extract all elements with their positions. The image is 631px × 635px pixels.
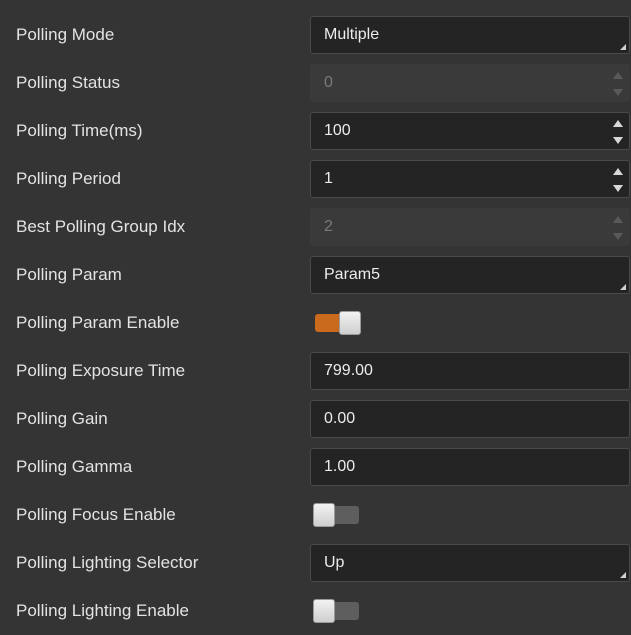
polling-lighting-selector-dropdown[interactable]: Up — [310, 544, 630, 582]
row-polling-status: Polling Status 0 — [0, 59, 631, 107]
toggle-knob — [339, 311, 361, 335]
polling-lighting-selector-label: Polling Lighting Selector — [16, 553, 199, 572]
best-polling-group-idx-value: 2 — [324, 218, 333, 235]
polling-status-value: 0 — [324, 74, 333, 91]
polling-status-spinbox: 0 — [310, 64, 630, 102]
toggle-knob — [313, 599, 335, 623]
polling-settings-panel: Polling Mode Multiple Polling Status 0 P… — [0, 0, 631, 634]
polling-gain-value: 0.00 — [324, 410, 356, 427]
row-polling-param-enable: Polling Param Enable — [0, 299, 631, 347]
polling-mode-dropdown[interactable]: Multiple — [310, 16, 630, 54]
row-best-polling-group-idx: Best Polling Group Idx 2 — [0, 203, 631, 251]
polling-gain-field[interactable]: 0.00 — [310, 400, 630, 438]
row-polling-gamma: Polling Gamma 1.00 — [0, 443, 631, 491]
polling-exposure-time-label: Polling Exposure Time — [16, 361, 186, 380]
spin-arrows-icon[interactable] — [613, 118, 623, 146]
polling-time-label: Polling Time(ms) — [16, 121, 143, 140]
dropdown-corner-icon — [620, 572, 626, 578]
spin-arrows-icon — [613, 70, 623, 98]
dropdown-corner-icon — [620, 44, 626, 50]
polling-gamma-value: 1.00 — [324, 458, 356, 475]
polling-gamma-label: Polling Gamma — [16, 457, 133, 476]
polling-param-enable-toggle[interactable] — [313, 311, 361, 335]
row-polling-focus-enable: Polling Focus Enable — [0, 491, 631, 539]
spin-arrows-icon — [613, 214, 623, 242]
polling-status-label: Polling Status — [16, 73, 120, 92]
polling-param-value: Param5 — [324, 266, 381, 283]
polling-time-value: 100 — [324, 122, 351, 139]
polling-mode-value: Multiple — [324, 26, 380, 43]
polling-mode-label: Polling Mode — [16, 25, 115, 44]
polling-period-label: Polling Period — [16, 169, 121, 188]
polling-exposure-time-value: 799.00 — [324, 362, 373, 379]
polling-param-enable-label: Polling Param Enable — [16, 313, 180, 332]
polling-lighting-enable-label: Polling Lighting Enable — [16, 601, 189, 620]
row-polling-gain: Polling Gain 0.00 — [0, 395, 631, 443]
polling-focus-enable-toggle[interactable] — [313, 503, 361, 527]
row-polling-param: Polling Param Param5 — [0, 251, 631, 299]
polling-lighting-enable-toggle[interactable] — [313, 599, 361, 623]
row-polling-time: Polling Time(ms) 100 — [0, 107, 631, 155]
toggle-knob — [313, 503, 335, 527]
dropdown-corner-icon — [620, 284, 626, 290]
best-polling-group-idx-label: Best Polling Group Idx — [16, 217, 186, 236]
spin-arrows-icon[interactable] — [613, 166, 623, 194]
polling-period-spinbox[interactable]: 1 — [310, 160, 630, 198]
row-polling-lighting-selector: Polling Lighting Selector Up — [0, 539, 631, 587]
polling-gain-label: Polling Gain — [16, 409, 108, 428]
polling-period-value: 1 — [324, 170, 333, 187]
polling-gamma-field[interactable]: 1.00 — [310, 448, 630, 486]
best-polling-group-idx-spinbox: 2 — [310, 208, 630, 246]
row-polling-period: Polling Period 1 — [0, 155, 631, 203]
polling-focus-enable-label: Polling Focus Enable — [16, 505, 176, 524]
row-polling-lighting-enable: Polling Lighting Enable — [0, 587, 631, 635]
polling-lighting-selector-value: Up — [324, 554, 345, 571]
polling-param-label: Polling Param — [16, 265, 122, 284]
row-polling-exposure-time: Polling Exposure Time 799.00 — [0, 347, 631, 395]
polling-param-dropdown[interactable]: Param5 — [310, 256, 630, 294]
row-polling-mode: Polling Mode Multiple — [0, 11, 631, 59]
polling-time-spinbox[interactable]: 100 — [310, 112, 630, 150]
polling-exposure-time-field[interactable]: 799.00 — [310, 352, 630, 390]
